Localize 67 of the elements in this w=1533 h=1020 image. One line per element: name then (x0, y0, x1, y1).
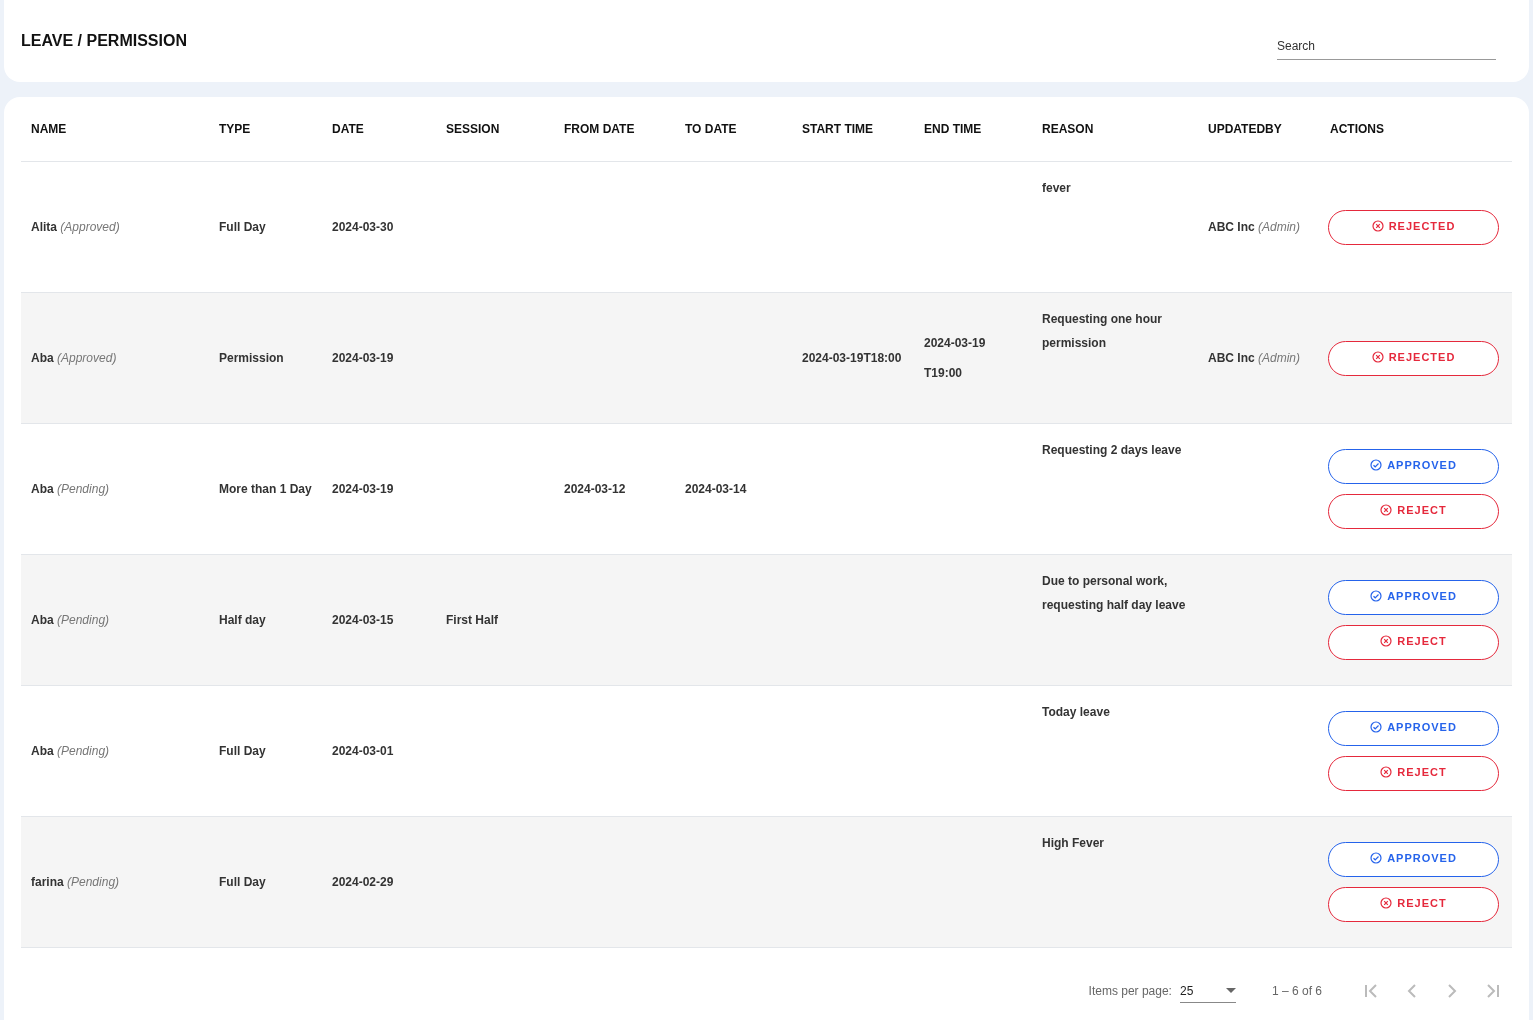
column-header: END TIME (923, 122, 983, 136)
cancel-circle-icon (1371, 350, 1384, 363)
column-header: ACTIONS (1329, 122, 1385, 136)
check-circle-icon (1370, 590, 1383, 602)
column-header: REASON (1041, 122, 1095, 136)
updated-by-cell-text: ABC Inc (Admin) (1208, 219, 1301, 236)
reject-button[interactable]: REJECTED (1328, 340, 1499, 376)
cancel-circle-icon (1380, 504, 1393, 516)
column-header: TO DATE (684, 122, 738, 136)
date-cell-text: 2024-03-19 (332, 350, 394, 367)
name-cell-text: Aba (Approved) (31, 350, 117, 367)
approve-button[interactable]: APPROVED (1328, 711, 1499, 746)
reject-button[interactable]: REJECT (1328, 625, 1499, 660)
column-header: TYPE (218, 122, 252, 136)
reason-cell-text: Requesting 2 days leave (1042, 442, 1182, 459)
reason-cell-text: Requesting one hour permission (1042, 311, 1163, 352)
type-cell-text: Full Day (219, 743, 266, 760)
date-cell-text: 2024-03-30 (332, 219, 394, 236)
cancel-circle-icon (1380, 635, 1393, 647)
session-cell-text: First Half (446, 612, 498, 629)
reject-button[interactable]: REJECT (1328, 887, 1499, 922)
page-title: LEAVE / PERMISSION (21, 32, 187, 50)
page-size-select[interactable]: 25 (1179, 979, 1236, 1003)
check-circle-icon (1370, 721, 1383, 733)
updated-by-cell-text: ABC Inc (Admin) (1208, 350, 1301, 367)
items-per-page-label: Items per page: (1088, 984, 1172, 998)
approve-button[interactable]: APPROVED (1328, 842, 1499, 877)
type-cell-text: Full Day (219, 874, 266, 891)
cancel-circle-icon (1380, 897, 1393, 909)
type-cell-text: Permission (219, 350, 284, 367)
date-cell-text: 2024-02-29 (332, 874, 394, 891)
name-cell-text: Aba (Pending) (31, 743, 110, 760)
reject-button[interactable]: REJECT (1328, 756, 1499, 791)
from-date-cell-text: 2024-03-12 (564, 481, 626, 498)
type-cell-text: Half day (219, 612, 266, 629)
check-circle-icon (1370, 852, 1383, 864)
dropdown-caret-icon (1225, 988, 1236, 993)
type-cell-text: Full Day (219, 219, 266, 236)
name-cell-text: Aba (Pending) (31, 481, 110, 498)
column-header: UPDATEDBY (1207, 122, 1283, 136)
name-cell-text: Aba (Pending) (31, 612, 110, 629)
reason-cell-text: Today leave (1042, 704, 1110, 721)
reject-button[interactable]: REJECTED (1328, 209, 1499, 245)
to-date-cell-text: 2024-03-14 (685, 481, 747, 498)
name-cell-text: farina (Pending) (31, 874, 120, 891)
start-time-cell-text: 2024-03-19T18:00 (802, 350, 902, 367)
check-circle-icon (1370, 459, 1383, 471)
approve-button[interactable]: APPROVED (1328, 580, 1499, 615)
name-cell-text: Alita (Approved) (31, 219, 120, 236)
reason-cell-text: High Fever (1042, 835, 1104, 852)
date-cell-text: 2024-03-01 (332, 743, 394, 760)
reject-button[interactable]: REJECT (1328, 494, 1499, 529)
column-header: DATE (331, 122, 365, 136)
date-cell-text: 2024-03-15 (332, 612, 394, 629)
reason-cell-text: fever (1042, 180, 1071, 197)
date-cell-text: 2024-03-19 (332, 481, 394, 498)
type-cell-text: More than 1 Day (219, 481, 312, 498)
column-header: FROM DATE (563, 122, 636, 136)
cancel-circle-icon (1371, 219, 1384, 232)
reason-cell-text: Due to personal work, requesting half day leave (1042, 573, 1187, 614)
page-range: 1 – 6 of 6 (1271, 984, 1322, 998)
column-header: NAME (30, 122, 68, 136)
approve-button[interactable]: APPROVED (1328, 449, 1499, 484)
end-time-cell-text: 2024-03-19T19:00 (924, 335, 986, 382)
column-header: SESSION (445, 122, 501, 136)
cancel-circle-icon (1380, 766, 1393, 778)
column-header: START TIME (801, 122, 875, 136)
